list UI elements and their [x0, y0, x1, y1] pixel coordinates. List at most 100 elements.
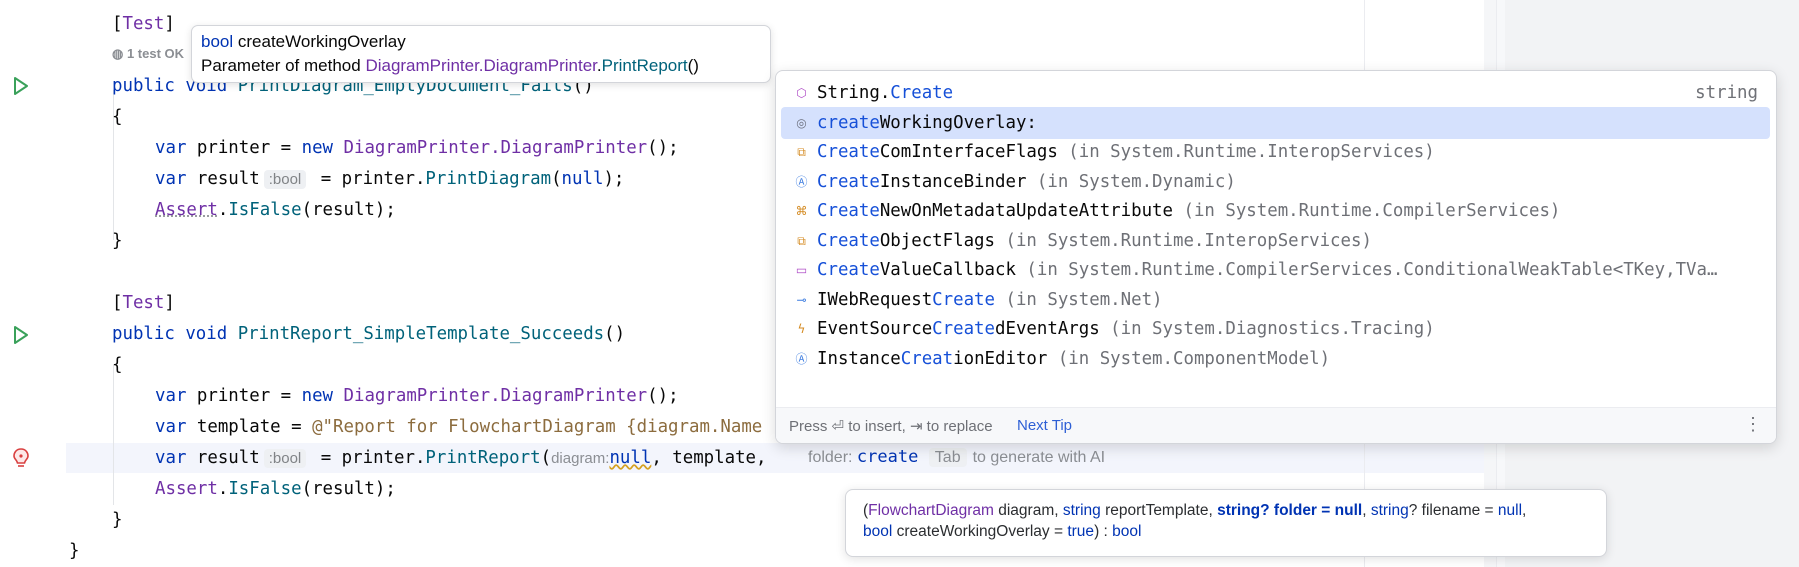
punct: () [604, 324, 626, 344]
punct: . [217, 479, 229, 499]
label-match: Create [817, 201, 880, 221]
parameter-hint: diagram: [551, 450, 610, 467]
enum-icon: ⧉ [797, 145, 806, 159]
tooltip-method-link[interactable]: PrintReport [602, 56, 688, 75]
completion-item[interactable]: Ⓐ InstanceCreationEditor (in System.Compo… [781, 343, 1770, 375]
completion-item-label: CreateComInterfaceFlags (in System.Runti… [817, 136, 1435, 168]
class-abstract-icon: Ⓐ [795, 351, 808, 366]
completion-item[interactable]: Ⓐ CreateInstanceBinder (in System.Dynamic… [781, 166, 1770, 198]
code-line: var result:bool = printer.PrintDiagram(n… [155, 169, 625, 189]
completion-item[interactable]: ⧉ CreateObjectFlags (in System.Runtime.In… [781, 225, 1770, 257]
ai-lightbulb-icon[interactable] [11, 447, 31, 469]
code-text: result [186, 169, 260, 189]
label-namespace: (in System.Runtime.CompilerServices) [1173, 201, 1561, 221]
punct: () [687, 56, 699, 75]
completion-item-label: CreateValueCallback (in System.Runtime.C… [817, 254, 1717, 286]
footer-hint: Press ⏎ to insert, ⇥ to replace [789, 418, 993, 435]
label-match: Create [932, 289, 995, 310]
param-name: ? filename = [1408, 502, 1498, 519]
indent-guide [113, 365, 114, 505]
delegate-icon: ▭ [795, 263, 808, 277]
completion-return-type: string [1695, 83, 1758, 103]
code-line: var template = @"Report for FlowchartDia… [155, 412, 762, 442]
interface-icon: ⊸ [796, 292, 807, 307]
label-match: Create [817, 171, 880, 192]
param-info-line-2: bool createWorkingOverlay = true) : bool [863, 523, 1141, 541]
completion-item-label: InstanceCreationEditor (in System.Compon… [817, 343, 1330, 375]
punct: ); [603, 169, 625, 189]
run-test-icon[interactable] [13, 77, 29, 95]
run-test-icon[interactable] [13, 326, 29, 344]
code-line: Assert.IsFalse(result); [155, 474, 396, 504]
type-name: DiagramPrinter.DiagramPrinter [343, 386, 648, 406]
method-call: IsFalse [228, 200, 302, 220]
completion-item-label: CreateObjectFlags (in System.Runtime.Int… [817, 225, 1372, 257]
completion-item[interactable]: ⧉ CreateComInterfaceFlags (in System.Runt… [781, 136, 1770, 168]
completion-item[interactable]: ϟ EventSourceCreatedEventArgs (in System.… [781, 313, 1770, 345]
label-match: Create [890, 83, 954, 103]
code-line-current[interactable]: var result:bool = printer.PrintReport(di… [155, 443, 777, 473]
tooltip-class-link[interactable]: DiagramPrinter.DiagramPrinter [365, 56, 596, 75]
keyword: null [609, 448, 652, 468]
label-namespace: (in System.Diagnostics.Tracing) [1099, 319, 1435, 339]
label-namespace: (in System.Net) [995, 289, 1163, 310]
keyword: var [155, 448, 187, 468]
ai-inline-suggestion[interactable]: folder: create Tab to generate with AI [808, 447, 1105, 467]
code-text: printer = [186, 386, 302, 406]
code-line: } [112, 510, 123, 530]
param-type: FlowchartDiagram [868, 502, 994, 519]
completion-item[interactable]: ▭ CreateValueCallback (in System.Runtime.… [781, 254, 1770, 286]
keyword: null [561, 169, 604, 189]
attribute-test: Test [122, 293, 165, 313]
punct: ) : [1094, 523, 1113, 540]
keyword: new [301, 138, 334, 158]
next-tip-link[interactable]: Next Tip [1017, 417, 1072, 434]
type-name: Assert [155, 200, 218, 220]
code-text: (result); [301, 479, 396, 499]
tooltip-desc-text: Parameter of method [201, 56, 361, 75]
code-text: (result); [301, 200, 396, 220]
param-default: null [1497, 502, 1523, 519]
completion-popup[interactable]: ⬡ String.Create string ◎ createWorkingOverla… [775, 70, 1777, 444]
completion-item[interactable]: ◎ createWorkingOverlay: [781, 106, 1770, 139]
code-text: , template, [651, 448, 777, 468]
completion-item[interactable]: ⬡ String.Create string [781, 77, 1770, 109]
code-line: var printer = new DiagramPrinter.Diagram… [155, 381, 679, 411]
type-hint: :bool [263, 170, 307, 189]
more-options-icon[interactable]: ⋮ [1744, 414, 1762, 435]
tooltip-param: createWorkingOverlay [237, 32, 406, 51]
keyword: var [155, 417, 187, 437]
tab-key-badge: Tab [928, 448, 967, 467]
parameter-hint: folder: [808, 449, 853, 466]
test-status-hint[interactable]: ◍ 1 test OK [112, 46, 184, 62]
type-hint: :bool [263, 449, 307, 468]
param-type: string [1370, 502, 1409, 519]
label-suffix: InstanceBinder [879, 171, 1027, 192]
label-prefix: String. [817, 83, 891, 103]
tooltip-type: bool [201, 32, 234, 51]
code-line: { [112, 107, 123, 127]
completion-item[interactable]: ⊸ IWebRequestCreate (in System.Net) [781, 284, 1770, 316]
param-name: createWorkingOverlay = [892, 523, 1068, 540]
code-line: var printer = new DiagramPrinter.Diagram… [155, 133, 679, 163]
label-suffix: ObjectFlags [879, 230, 995, 251]
editor-gutter [0, 0, 66, 567]
return-type: bool [1112, 523, 1142, 540]
label-namespace: (in System.Runtime.InteropServices) [995, 230, 1372, 251]
completion-item-label: String.Create [817, 77, 953, 109]
param-name: diagram, [993, 502, 1063, 519]
label-suffix: NewOnMetadataUpdateAttribute [879, 201, 1173, 221]
completion-item-label: createWorkingOverlay: [817, 107, 1037, 139]
completion-footer: Press ⏎ to insert, ⇥ to replace Next Tip… [776, 407, 1776, 443]
completion-item[interactable]: ⌘ CreateNewOnMetadataUpdateAttribute (in … [781, 195, 1770, 227]
suggested-value: create [856, 447, 919, 467]
keyword: public [112, 324, 175, 344]
label-match: Create [817, 260, 880, 280]
code-line: [Test] [112, 293, 175, 313]
label-prefix: Instance [817, 348, 901, 369]
test-status-label: 1 test OK [126, 46, 185, 61]
code-text: template = [186, 417, 313, 437]
label-match: create [817, 112, 880, 133]
class-event-icon: ϟ [797, 322, 806, 336]
punct: . [217, 200, 229, 220]
